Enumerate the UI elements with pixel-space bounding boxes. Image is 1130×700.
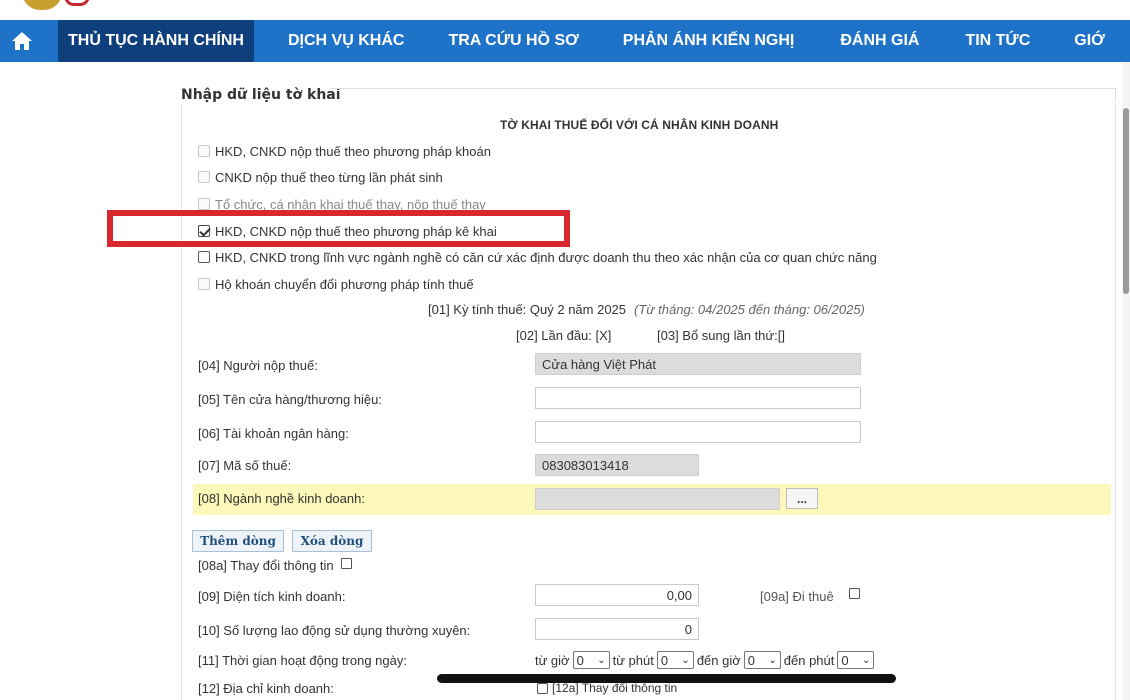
to-minute-value: 0 xyxy=(841,652,849,668)
option-per-occurrence[interactable]: CNKD nộp thuế theo từng lần phát sinh xyxy=(198,169,443,185)
checkbox[interactable] xyxy=(198,171,210,183)
form-title: TỜ KHAI THUẾ ĐỐI VỚI CÁ NHÂN KINH DOANH xyxy=(500,118,779,132)
option-lump-sum[interactable]: HKD, CNKD nộp thuế theo phương pháp khoá… xyxy=(198,143,491,159)
address-label: [12] Địa chỉ kinh doanh: xyxy=(198,681,334,696)
taxpayer-field[interactable]: Cửa hàng Việt Phát xyxy=(535,353,861,375)
first-time-flag: [02] Lần đầu: [X] xyxy=(516,328,612,343)
bank-account-field[interactable] xyxy=(535,421,861,443)
chevron-down-icon: ⌄ xyxy=(681,654,690,666)
workers-field[interactable]: 0 xyxy=(535,618,699,640)
home-button[interactable] xyxy=(0,20,44,62)
brand-logo xyxy=(64,0,90,6)
home-indicator-bar xyxy=(437,674,896,683)
hours-selectors: từ giờ 0 ⌄ từ phút 0 ⌄ đến giờ 0 ⌄ đến phút… xyxy=(535,651,877,669)
nav-item-intro[interactable]: GIỚ xyxy=(1052,20,1127,62)
scrollbar-thumb[interactable] xyxy=(1123,108,1129,294)
panel-header-border xyxy=(330,88,1116,102)
change-info-checkbox[interactable] xyxy=(341,558,352,569)
checkbox[interactable] xyxy=(198,145,210,157)
change-info-label: [08a] Thay đổi thông tin xyxy=(198,558,334,573)
tax-period-note: (Từ tháng: 04/2025 đến tháng: 06/2025) xyxy=(634,302,865,317)
option-label: HKD, CNKD nộp thuế theo phương pháp khoá… xyxy=(215,143,491,159)
tax-code-label: [07] Mã số thuế: xyxy=(198,458,292,473)
from-hour-label: từ giờ xyxy=(535,652,570,668)
nav-item-administrative-procedures[interactable]: THỦ TỤC HÀNH CHÍNH xyxy=(58,20,254,62)
business-line-picker-button[interactable]: ... xyxy=(786,488,818,509)
emblem-logo xyxy=(22,0,62,10)
nav-item-lookup-records[interactable]: TRA CỨU HỒ SƠ xyxy=(426,20,600,62)
address-change-checkbox[interactable] xyxy=(537,682,548,694)
nav-item-feedback[interactable]: PHẢN ÁNH KIẾN NGHỊ xyxy=(601,20,817,62)
address-change-label: [12a] Thay đổi thông tin xyxy=(552,681,678,695)
option-converted-household[interactable]: Hộ khoán chuyển đổi phương pháp tính thu… xyxy=(198,276,474,292)
chevron-down-icon: ⌄ xyxy=(768,654,777,666)
store-name-field[interactable] xyxy=(535,387,861,409)
address-change: [12a] Thay đổi thông tin xyxy=(537,681,677,695)
to-hour-value: 0 xyxy=(747,652,755,668)
nav-item-news[interactable]: TIN TỨC xyxy=(941,20,1052,62)
chevron-down-icon: ⌄ xyxy=(597,654,606,666)
rent-checkbox[interactable] xyxy=(849,588,860,599)
from-hour-value: 0 xyxy=(576,652,584,668)
taxpayer-label: [04] Người nộp thuế: xyxy=(198,358,318,373)
nav-item-other-services[interactable]: DỊCH VỤ KHÁC xyxy=(254,20,426,62)
business-line-field[interactable] xyxy=(535,488,780,510)
tax-period: [01] Kỳ tính thuế: Quý 2 năm 2025 (Từ thá… xyxy=(428,302,865,317)
supplement-flag: [03] Bổ sung lần thứ:[] xyxy=(657,328,785,343)
hours-label: [11] Thời gian hoạt động trong ngày: xyxy=(198,653,407,668)
tax-period-text: [01] Kỳ tính thuế: Quý 2 năm 2025 xyxy=(428,302,627,317)
from-minute-label: từ phút xyxy=(612,652,654,668)
business-line-label: [08] Ngành nghề kinh doanh: xyxy=(198,491,365,506)
panel-title: Nhập dữ liệu tờ khai xyxy=(181,87,341,103)
option-revenue-confirmed[interactable]: HKD, CNKD trong lĩnh vực ngành nghề có c… xyxy=(198,249,877,265)
area-field[interactable]: 0,00 xyxy=(535,584,699,606)
delete-row-button[interactable]: Xóa dòng xyxy=(292,530,372,552)
area-label: [09] Diện tích kinh doanh: xyxy=(198,589,346,604)
main-nav: THỦ TỤC HÀNH CHÍNH DỊCH VỤ KHÁC TRA CỨU … xyxy=(0,20,1130,62)
add-row-button[interactable]: Thêm dòng xyxy=(192,530,284,552)
rent-label: [09a] Đi thuê xyxy=(760,589,834,604)
option-label: HKD, CNKD trong lĩnh vực ngành nghề có c… xyxy=(215,249,877,265)
store-name-label: [05] Tên cửa hàng/thương hiệu: xyxy=(198,392,382,407)
option-label: CNKD nộp thuế theo từng lần phát sinh xyxy=(215,169,443,185)
to-hour-label: đến giờ xyxy=(696,652,741,668)
to-hour-select[interactable]: 0 ⌄ xyxy=(743,651,781,669)
option-label: Hộ khoán chuyển đổi phương pháp tính thu… xyxy=(215,276,474,292)
chevron-down-icon: ⌄ xyxy=(861,654,871,666)
bank-account-label: [06] Tài khoản ngân hàng: xyxy=(198,426,349,441)
logo-strip xyxy=(0,0,1130,20)
tax-code-field[interactable]: 083083013418 xyxy=(535,454,699,476)
nav-item-rating[interactable]: ĐÁNH GIÁ xyxy=(816,20,941,62)
checkbox[interactable] xyxy=(198,251,210,263)
to-minute-select[interactable]: 0 ⌄ xyxy=(837,651,875,669)
highlight-box xyxy=(107,210,570,247)
from-hour-select[interactable]: 0 ⌄ xyxy=(572,651,610,669)
from-minute-select[interactable]: 0 ⌄ xyxy=(656,651,694,669)
home-icon xyxy=(12,32,32,50)
to-minute-label: đến phút xyxy=(783,652,835,668)
workers-label: [10] Số lượng lao động sử dụng thường xu… xyxy=(198,623,471,638)
checkbox[interactable] xyxy=(198,278,210,290)
from-minute-value: 0 xyxy=(660,652,669,668)
checkbox[interactable] xyxy=(198,198,210,210)
